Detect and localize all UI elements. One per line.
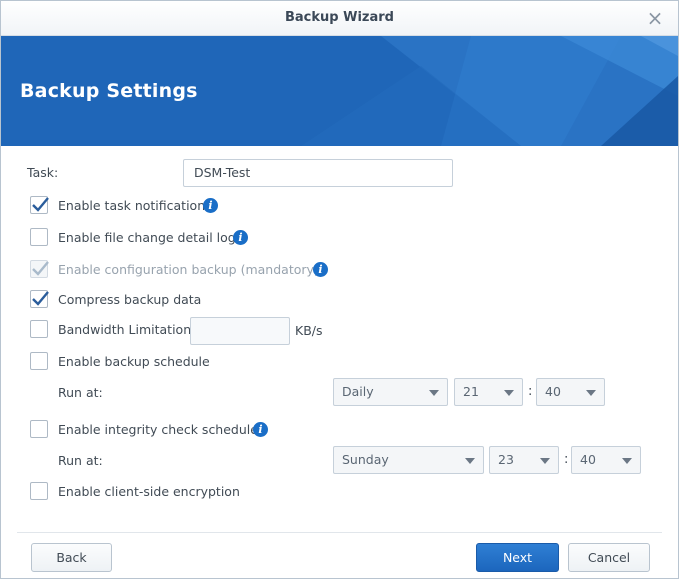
- compress-checkbox[interactable]: [30, 290, 49, 308]
- chevron-down-icon: [586, 390, 596, 396]
- encryption-label: Enable client-side encryption: [58, 484, 240, 499]
- task-notification-checkbox[interactable]: [30, 196, 49, 214]
- info-icon[interactable]: i: [203, 198, 218, 213]
- footer-divider: [17, 532, 662, 533]
- back-button[interactable]: Back: [31, 543, 112, 572]
- title-bar: Backup Wizard ×: [1, 1, 678, 36]
- file-change-log-label: Enable file change detail log: [58, 230, 236, 245]
- bandwidth-unit: KB/s: [295, 323, 323, 338]
- integrity-hour-select[interactable]: 23: [489, 446, 559, 474]
- task-name-input[interactable]: DSM-Test: [183, 159, 453, 187]
- file-change-log-checkbox[interactable]: [30, 228, 48, 246]
- task-notification-label: Enable task notification: [58, 198, 206, 213]
- cancel-button[interactable]: Cancel: [568, 543, 650, 572]
- chevron-down-icon: [540, 458, 550, 464]
- integrity-run-at-label: Run at:: [58, 453, 103, 468]
- info-icon[interactable]: i: [313, 262, 328, 277]
- config-backup-label: Enable configuration backup (mandatory): [58, 262, 319, 277]
- backup-hour-value: 21: [463, 384, 479, 399]
- chevron-down-icon: [622, 458, 632, 464]
- backup-frequency-select[interactable]: Daily: [333, 378, 448, 406]
- page-title: Backup Settings: [20, 80, 198, 102]
- checkmark-icon: [32, 197, 49, 212]
- header-banner: Backup Settings: [1, 36, 678, 146]
- integrity-hour-value: 23: [498, 452, 514, 467]
- integrity-day-value: Sunday: [342, 452, 389, 467]
- backup-wizard-window: Backup Wizard × Backup Settings Task: DS…: [0, 0, 679, 579]
- checkmark-icon: [32, 261, 49, 276]
- chevron-down-icon: [429, 390, 439, 396]
- encryption-checkbox[interactable]: [30, 482, 48, 500]
- compress-label: Compress backup data: [58, 292, 202, 307]
- chevron-down-icon: [465, 458, 475, 464]
- time-separator: :: [528, 384, 533, 399]
- backup-run-at-label: Run at:: [58, 385, 103, 400]
- bandwidth-label: Bandwidth Limitation: [58, 322, 192, 337]
- backup-schedule-checkbox[interactable]: [30, 352, 48, 370]
- next-button[interactable]: Next: [476, 543, 559, 572]
- integrity-day-select[interactable]: Sunday: [333, 446, 484, 474]
- bandwidth-checkbox[interactable]: [30, 320, 48, 338]
- window-title: Backup Wizard: [285, 10, 394, 25]
- info-icon[interactable]: i: [253, 422, 268, 437]
- backup-hour-select[interactable]: 21: [454, 378, 523, 406]
- backup-minute-value: 40: [545, 384, 561, 399]
- integrity-minute-value: 40: [580, 452, 596, 467]
- backup-minute-select[interactable]: 40: [536, 378, 605, 406]
- chevron-down-icon: [504, 390, 514, 396]
- bandwidth-input[interactable]: [190, 317, 290, 345]
- integrity-schedule-label: Enable integrity check schedule: [58, 422, 258, 437]
- config-backup-checkbox: [30, 260, 49, 278]
- close-icon[interactable]: ×: [646, 8, 664, 28]
- task-label: Task:: [27, 165, 59, 180]
- time-separator: :: [564, 452, 569, 467]
- backup-frequency-value: Daily: [342, 384, 374, 399]
- integrity-schedule-checkbox[interactable]: [30, 420, 48, 438]
- info-icon[interactable]: i: [233, 230, 248, 245]
- checkmark-icon: [32, 291, 49, 306]
- integrity-minute-select[interactable]: 40: [571, 446, 641, 474]
- backup-schedule-label: Enable backup schedule: [58, 354, 210, 369]
